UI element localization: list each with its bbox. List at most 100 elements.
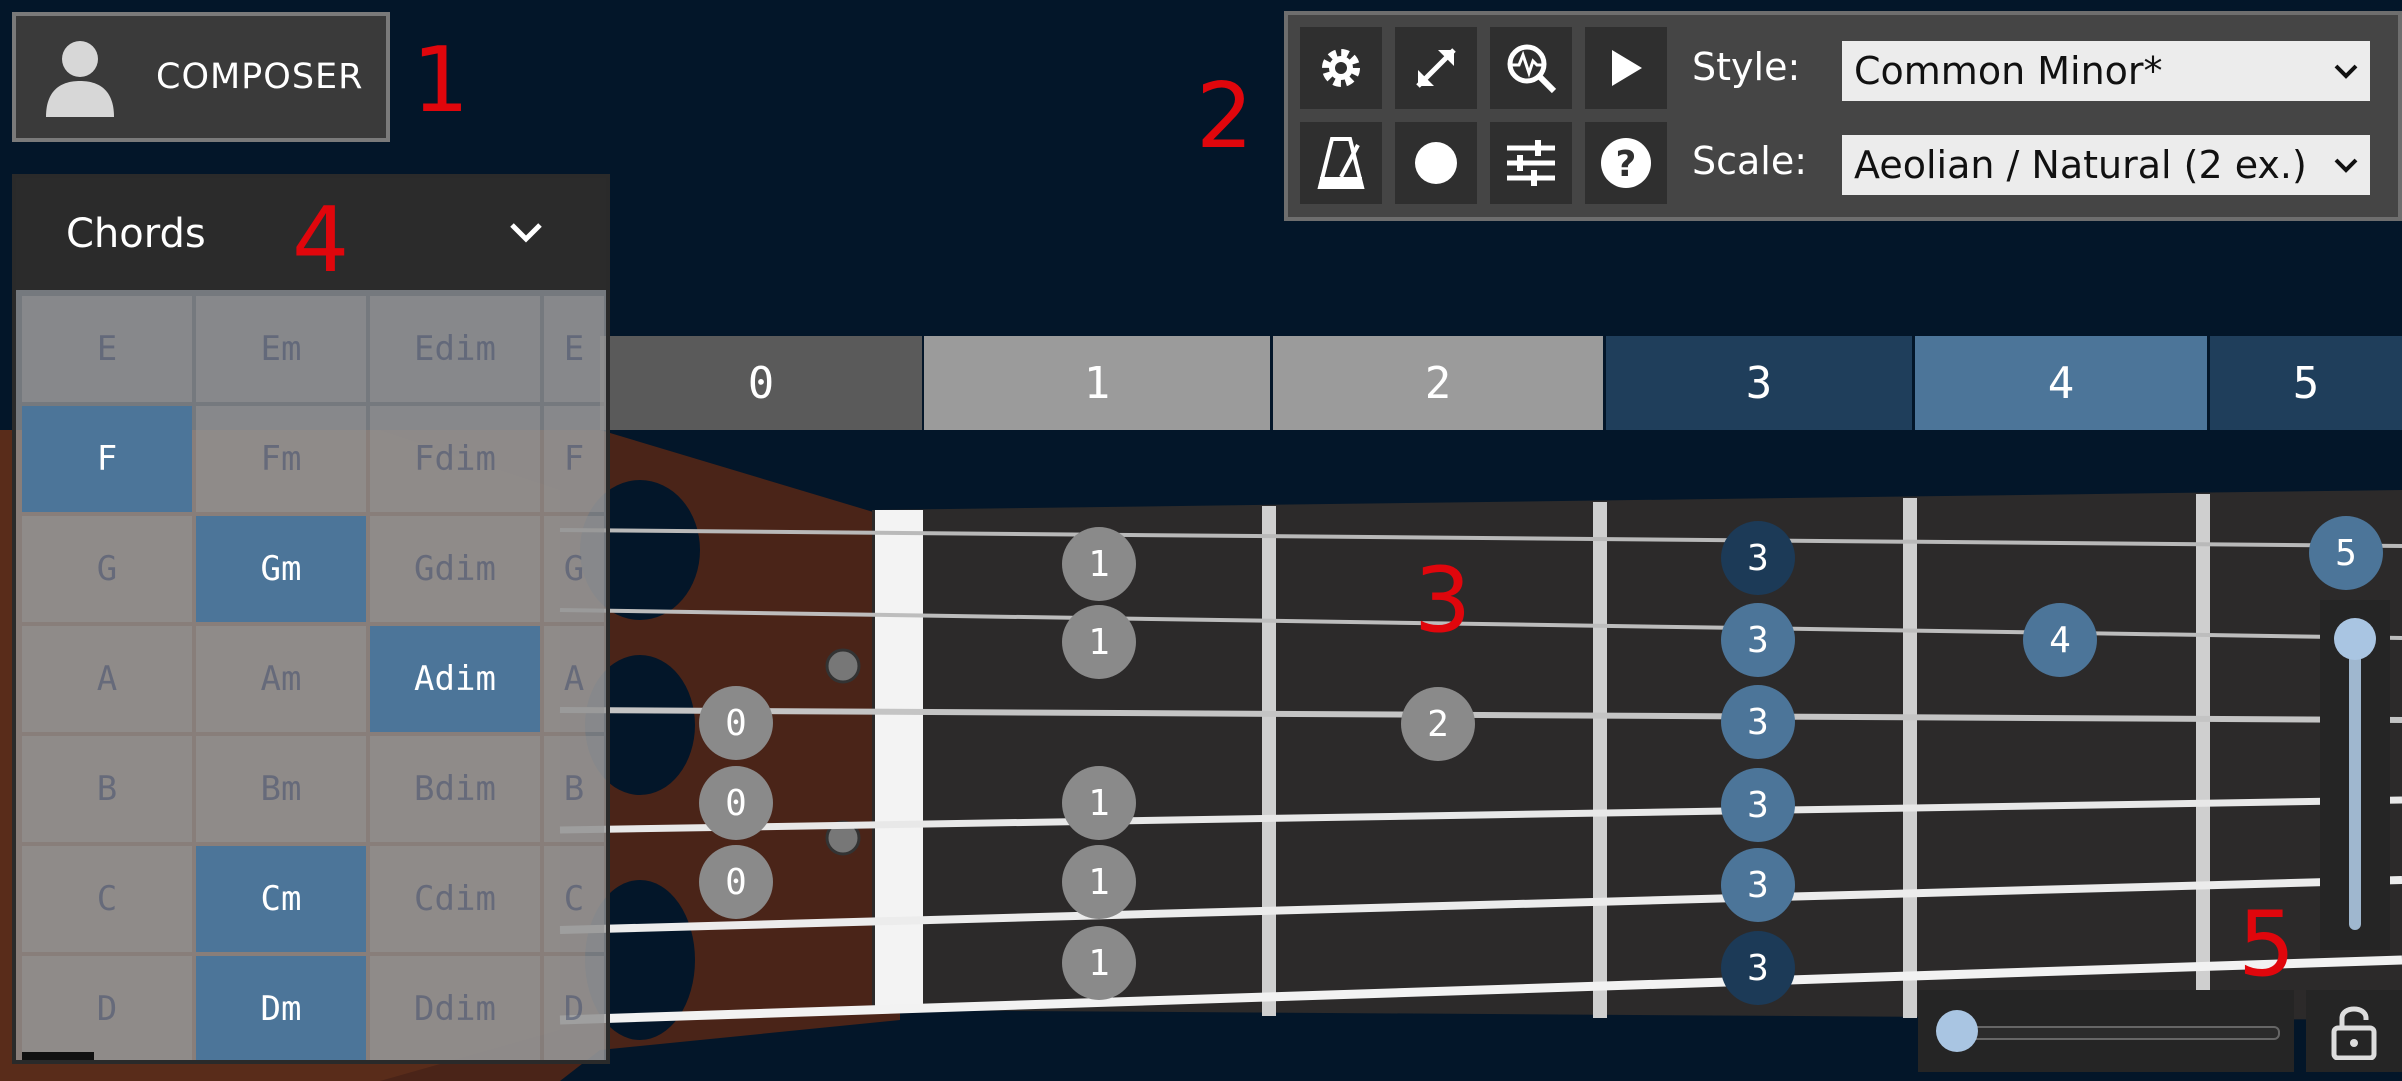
chord-cell[interactable]: Bm [196,736,366,842]
note-marker[interactable]: 4 [2023,603,2097,677]
note-marker[interactable]: 0 [699,686,773,760]
note-marker[interactable]: 1 [1062,845,1136,919]
scale-label: Scale: [1692,139,1808,183]
chord-cell[interactable]: F [22,406,192,512]
chord-cell[interactable]: D [544,956,604,1060]
chord-cell[interactable]: C [544,846,604,952]
composer-button[interactable]: COMPOSER [12,12,390,142]
settings-icon [1322,49,1360,87]
note-marker[interactable]: 1 [1062,605,1136,679]
chord-cell[interactable]: Gm [196,516,366,622]
chords-title: Chords [66,211,206,257]
fullscreen-button[interactable] [1395,27,1477,109]
note-marker[interactable]: 3 [1721,768,1795,842]
note-marker[interactable]: 1 [1062,766,1136,840]
style-label: Style: [1692,45,1801,89]
chord-cell[interactable]: B [544,736,604,842]
fret-header-3[interactable]: 3 [1606,336,1912,430]
user-icon [46,41,114,117]
horizontal-slider-track [1956,1026,2280,1040]
chord-cell[interactable]: Em [196,296,366,402]
note-marker[interactable]: 5 [2309,516,2383,590]
chevron-down-icon [2334,158,2358,173]
chord-cell[interactable]: D [22,956,192,1060]
record-icon [1415,142,1457,184]
chord-cell[interactable]: Fm [196,406,366,512]
chord-cell[interactable]: A [22,626,192,732]
fret-number-header: 0 1 2 3 4 5 [600,336,2402,430]
chord-cell[interactable]: Gdim [370,516,540,622]
chord-cell[interactable]: Adim [370,626,540,732]
vertical-slider[interactable] [2320,600,2390,950]
note-marker[interactable]: 0 [699,845,773,919]
svg-text:?: ? [1616,144,1637,185]
composer-label: COMPOSER [156,57,364,97]
chord-cell[interactable]: Fdim [370,406,540,512]
vertical-slider-track [2349,630,2361,930]
panel-scroll-indicator [22,1052,94,1060]
note-marker[interactable]: 1 [1062,926,1136,1000]
fret-header-1[interactable]: 1 [924,336,1270,430]
metronome-button[interactable] [1300,122,1382,204]
annotation-2: 2 [1196,64,1254,169]
horizontal-slider[interactable] [1918,990,2294,1072]
record-button[interactable] [1395,122,1477,204]
note-marker[interactable]: 1 [1062,527,1136,601]
note-marker[interactable]: 2 [1401,687,1475,761]
fret-wire [1262,506,1276,1016]
chord-cell[interactable]: G [22,516,192,622]
fret-wire [1903,498,1917,1018]
chord-cell[interactable]: C [22,846,192,952]
analyze-button[interactable] [1490,27,1572,109]
toolbar: ? Style: Common Minor* Scale: Aeolian / … [1284,11,2402,221]
scale-value: Aeolian / Natural (2 ex.) [1854,143,2307,187]
fret-header-5[interactable]: 5 [2210,336,2402,430]
note-marker[interactable]: 3 [1721,521,1795,595]
style-select[interactable]: Common Minor* [1842,41,2370,101]
fret-header-4[interactable]: 4 [1915,336,2207,430]
chord-cell[interactable]: Bdim [370,736,540,842]
chevron-down-icon [2334,64,2358,79]
tuner-screw [825,648,861,684]
chord-cell[interactable]: B [22,736,192,842]
style-value: Common Minor* [1854,49,2163,93]
settings-button[interactable] [1300,27,1382,109]
chord-cell[interactable]: Dm [196,956,366,1060]
chord-cell[interactable]: Edim [370,296,540,402]
chord-cell[interactable]: E [544,296,604,402]
lock-icon [2331,1006,2377,1060]
play-button[interactable] [1585,27,1667,109]
fret-wire [2196,494,2210,1018]
chord-cell[interactable]: E [22,296,192,402]
chevron-down-icon [510,223,542,243]
chords-panel: Chords E Em Edim E F Fm Fdim F G Gm Gdim… [12,174,610,1064]
chord-cell[interactable]: A [544,626,604,732]
help-button[interactable]: ? [1585,122,1667,204]
mixer-icon [1507,140,1555,186]
chord-cell[interactable]: Am [196,626,366,732]
fret-header-0[interactable]: 0 [600,336,922,430]
note-marker[interactable]: 3 [1721,603,1795,677]
annotation-5: 5 [2238,892,2296,997]
horizontal-slider-thumb[interactable] [1936,1010,1978,1052]
chord-cell[interactable]: Ddim [370,956,540,1060]
fret-header-2[interactable]: 2 [1273,336,1603,430]
nut [875,510,923,1010]
note-marker[interactable]: 3 [1721,931,1795,1005]
chord-cell[interactable]: Cdim [370,846,540,952]
note-marker[interactable]: 3 [1721,685,1795,759]
play-icon [1612,50,1642,86]
chord-cell[interactable]: F [544,406,604,512]
chord-cell[interactable]: Cm [196,846,366,952]
scale-select[interactable]: Aeolian / Natural (2 ex.) [1842,135,2370,195]
expand-icon [1416,48,1456,88]
annotation-3: 3 [1414,548,1472,653]
mixer-button[interactable] [1490,122,1572,204]
vertical-slider-thumb[interactable] [2334,618,2376,660]
lock-button[interactable] [2306,990,2402,1072]
fret-wire [1593,502,1607,1018]
note-marker[interactable]: 0 [699,766,773,840]
chord-cell[interactable]: G [544,516,604,622]
note-marker[interactable]: 3 [1721,848,1795,922]
annotation-4: 4 [292,188,350,293]
